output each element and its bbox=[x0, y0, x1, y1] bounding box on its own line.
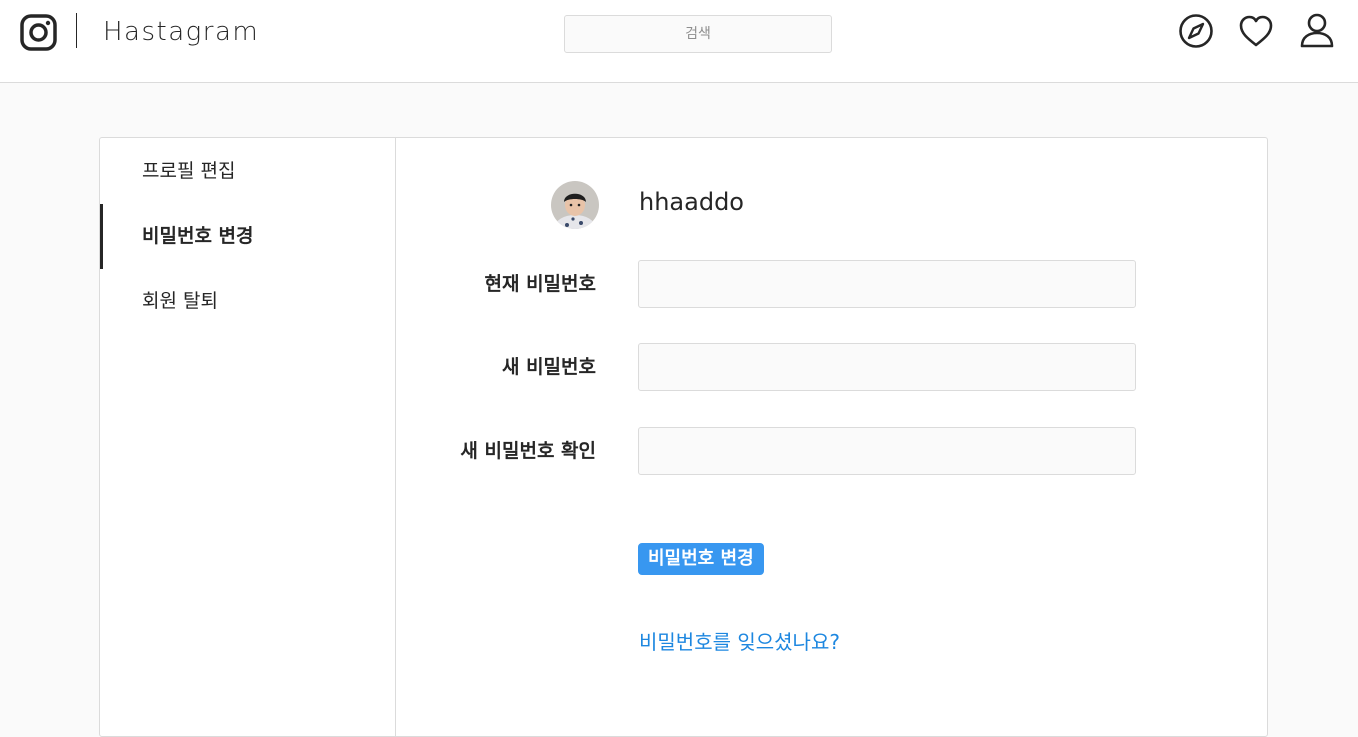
new-password-label: 새 비밀번호 bbox=[501, 356, 596, 378]
forgot-password-link[interactable]: 비밀번호를 잊으셨나요? bbox=[639, 626, 840, 655]
profile-icon[interactable] bbox=[1299, 12, 1335, 48]
instagram-logo-icon[interactable] bbox=[20, 14, 57, 51]
brand-wordmark[interactable]: Hastagram bbox=[103, 17, 259, 47]
settings-card: 프로필 편집 비밀번호 변경 회원 탈퇴 hhaaddo 현재 비밀번호 새 비… bbox=[99, 137, 1268, 737]
confirm-password-field[interactable] bbox=[638, 427, 1136, 475]
search-input[interactable] bbox=[564, 15, 832, 53]
sidebar-item-edit-profile[interactable]: 프로필 편집 bbox=[100, 138, 395, 204]
explore-icon[interactable] bbox=[1178, 13, 1214, 49]
settings-sidebar: 프로필 편집 비밀번호 변경 회원 탈퇴 bbox=[100, 138, 396, 736]
avatar bbox=[551, 181, 599, 229]
heart-icon[interactable] bbox=[1238, 14, 1274, 50]
change-password-button[interactable]: 비밀번호 변경 bbox=[638, 543, 764, 575]
logo-divider bbox=[76, 13, 77, 48]
sidebar-item-delete-account[interactable]: 회원 탈퇴 bbox=[100, 269, 395, 334]
confirm-password-label: 새 비밀번호 확인 bbox=[460, 440, 596, 462]
current-password-label: 현재 비밀번호 bbox=[484, 273, 597, 295]
top-navigation-bar: Hastagram bbox=[0, 0, 1358, 83]
username: hhaaddo bbox=[639, 188, 744, 216]
sidebar-item-change-password[interactable]: 비밀번호 변경 bbox=[100, 204, 395, 269]
current-password-field[interactable] bbox=[638, 260, 1136, 308]
new-password-field[interactable] bbox=[638, 343, 1136, 391]
